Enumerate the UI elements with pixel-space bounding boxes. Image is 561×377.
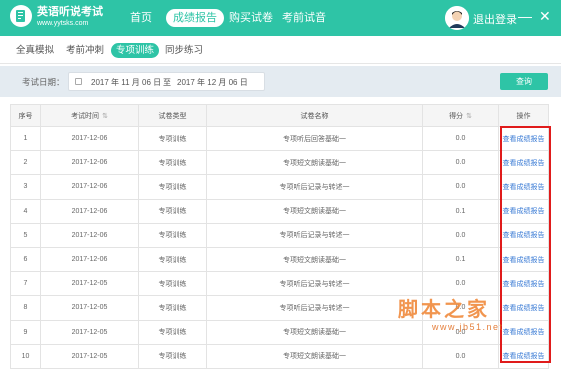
- table-row: 5 2017-12-06 专项训练 专项听后记录与转述一 0.0 查看成绩报告: [10, 222, 549, 248]
- row-no: 1: [10, 125, 41, 152]
- tab-sync-practice[interactable]: 同步练习: [165, 43, 203, 58]
- nav-sound-test[interactable]: 考前试音: [282, 9, 326, 27]
- tab-bar: 全真模拟 考前冲刺 专项训练 同步练习: [0, 36, 561, 64]
- row-type: 专项训练: [138, 174, 207, 200]
- row-type: 专项训练: [138, 295, 207, 321]
- brand: 英语听说考试 www.yytsks.com: [37, 6, 103, 28]
- row-name: 专项短文朗读基础一: [206, 198, 423, 224]
- row-name: 专项短文朗读基础一: [206, 246, 423, 273]
- tab-sprint[interactable]: 考前冲刺: [66, 43, 104, 58]
- row-time: 2017-12-06: [40, 125, 139, 152]
- row-name: 专项短文朗读基础一: [206, 319, 423, 345]
- nav-score-report[interactable]: 成绩报告: [166, 9, 224, 27]
- col-name: 试卷名称: [206, 104, 423, 127]
- calendar-icon: [75, 78, 82, 85]
- row-name: 专项听后记录与转述一: [206, 174, 423, 200]
- sort-icon[interactable]: ⇅: [102, 113, 108, 120]
- watermark-url: www.jb51.net: [432, 322, 504, 332]
- row-type: 专项训练: [138, 246, 207, 273]
- highlight-box: [500, 126, 551, 363]
- start-date[interactable]: 2017 年 11 月 06 日: [91, 77, 161, 88]
- row-name: 专项短文朗读基础一: [206, 150, 423, 176]
- row-type: 专项训练: [138, 150, 207, 176]
- row-time: 2017-12-06: [40, 246, 139, 273]
- row-time: 2017-12-06: [40, 174, 139, 200]
- brand-name: 英语听说考试: [37, 6, 103, 18]
- table-row: 4 2017-12-06 专项训练 专项短文朗读基础一 0.1 查看成绩报告: [10, 198, 549, 224]
- row-time: 2017-12-05: [40, 295, 139, 321]
- top-bar: 英语听说考试 www.yytsks.com 首页 成绩报告 购买试卷 考前试音 …: [0, 0, 561, 36]
- row-name: 专项听后记录与转述一: [206, 271, 423, 297]
- row-no: 5: [10, 222, 41, 248]
- row-no: 6: [10, 246, 41, 273]
- row-score: 0.0: [422, 150, 499, 176]
- minimize-icon[interactable]: —: [518, 8, 532, 24]
- logo-icon: [10, 5, 32, 27]
- row-time: 2017-12-05: [40, 271, 139, 297]
- row-name: 专项听后记录与转述一: [206, 295, 423, 321]
- row-no: 3: [10, 174, 41, 200]
- row-score: 0.0: [422, 343, 499, 369]
- row-score: 0.1: [422, 246, 499, 273]
- close-icon[interactable]: ✕: [539, 8, 551, 24]
- table-row: 2 2017-12-06 专项训练 专项短文朗读基础一 0.0 查看成绩报告: [10, 150, 549, 176]
- table-row: 1 2017-12-06 专项训练 专项听后回答基础一 0.0 查看成绩报告: [10, 125, 549, 152]
- col-score[interactable]: 得分 ⇅: [422, 104, 499, 127]
- brand-url: www.yytsks.com: [37, 20, 89, 27]
- watermark-text: 脚本之家: [398, 297, 490, 321]
- row-type: 专项训练: [138, 125, 207, 152]
- row-time: 2017-12-06: [40, 150, 139, 176]
- row-type: 专项训练: [138, 271, 207, 297]
- logout-link[interactable]: 退出登录: [473, 11, 517, 27]
- tab-special-training[interactable]: 专项训练: [111, 43, 160, 58]
- row-score: 0.0: [422, 174, 499, 200]
- row-type: 专项训练: [138, 198, 207, 224]
- table-row: 10 2017-12-05 专项训练 专项短文朗读基础一 0.0 查看成绩报告: [10, 343, 549, 369]
- date-separator: 至: [163, 78, 171, 87]
- table-row: 6 2017-12-06 专项训练 专项短文朗读基础一 0.1 查看成绩报告: [10, 246, 549, 273]
- col-score-label: 得分: [449, 112, 464, 120]
- row-no: 2: [10, 150, 41, 176]
- row-score: 0.0: [422, 125, 499, 152]
- row-no: 9: [10, 319, 41, 345]
- nav-buy-papers[interactable]: 购买试卷: [229, 9, 273, 27]
- row-time: 2017-12-05: [40, 343, 139, 369]
- row-score: 0.0: [422, 222, 499, 248]
- row-time: 2017-12-06: [40, 198, 139, 224]
- row-no: 4: [10, 198, 41, 224]
- date-range-input[interactable]: 2017 年 11 月 06 日 至 2017 年 12 月 06 日: [68, 72, 265, 91]
- row-name: 专项短文朗读基础一: [206, 343, 423, 369]
- row-time: 2017-12-06: [40, 222, 139, 248]
- col-time[interactable]: 考试时间 ⇅: [40, 104, 139, 127]
- row-score: 0.1: [422, 198, 499, 224]
- date-filter-label: 考试日期：: [22, 77, 65, 87]
- sort-icon[interactable]: ⇅: [466, 113, 472, 120]
- col-type: 试卷类型: [138, 104, 207, 127]
- row-type: 专项训练: [138, 222, 207, 248]
- end-date[interactable]: 2017 年 12 月 06 日: [177, 77, 248, 88]
- nav-home[interactable]: 首页: [130, 9, 152, 27]
- row-no: 8: [10, 295, 41, 321]
- row-time: 2017-12-05: [40, 319, 139, 345]
- table-header-row: 序号 考试时间 ⇅ 试卷类型 试卷名称 得分 ⇅ 操作: [10, 104, 549, 127]
- row-type: 专项训练: [138, 319, 207, 345]
- row-type: 专项训练: [138, 343, 207, 369]
- col-time-label: 考试时间: [71, 112, 100, 120]
- filter-bar: 考试日期： 2017 年 11 月 06 日 至 2017 年 12 月 06 …: [0, 66, 561, 97]
- tab-full-mock[interactable]: 全真模拟: [16, 43, 54, 58]
- col-action: 操作: [498, 104, 549, 127]
- row-name: 专项听后记录与转述一: [206, 222, 423, 248]
- query-button[interactable]: 查询: [500, 73, 548, 90]
- col-no: 序号: [10, 104, 41, 127]
- row-no: 7: [10, 271, 41, 297]
- row-no: 10: [10, 343, 41, 369]
- row-name: 专项听后回答基础一: [206, 125, 423, 152]
- table-row: 3 2017-12-06 专项训练 专项听后记录与转述一 0.0 查看成绩报告: [10, 174, 549, 200]
- avatar[interactable]: [445, 6, 469, 30]
